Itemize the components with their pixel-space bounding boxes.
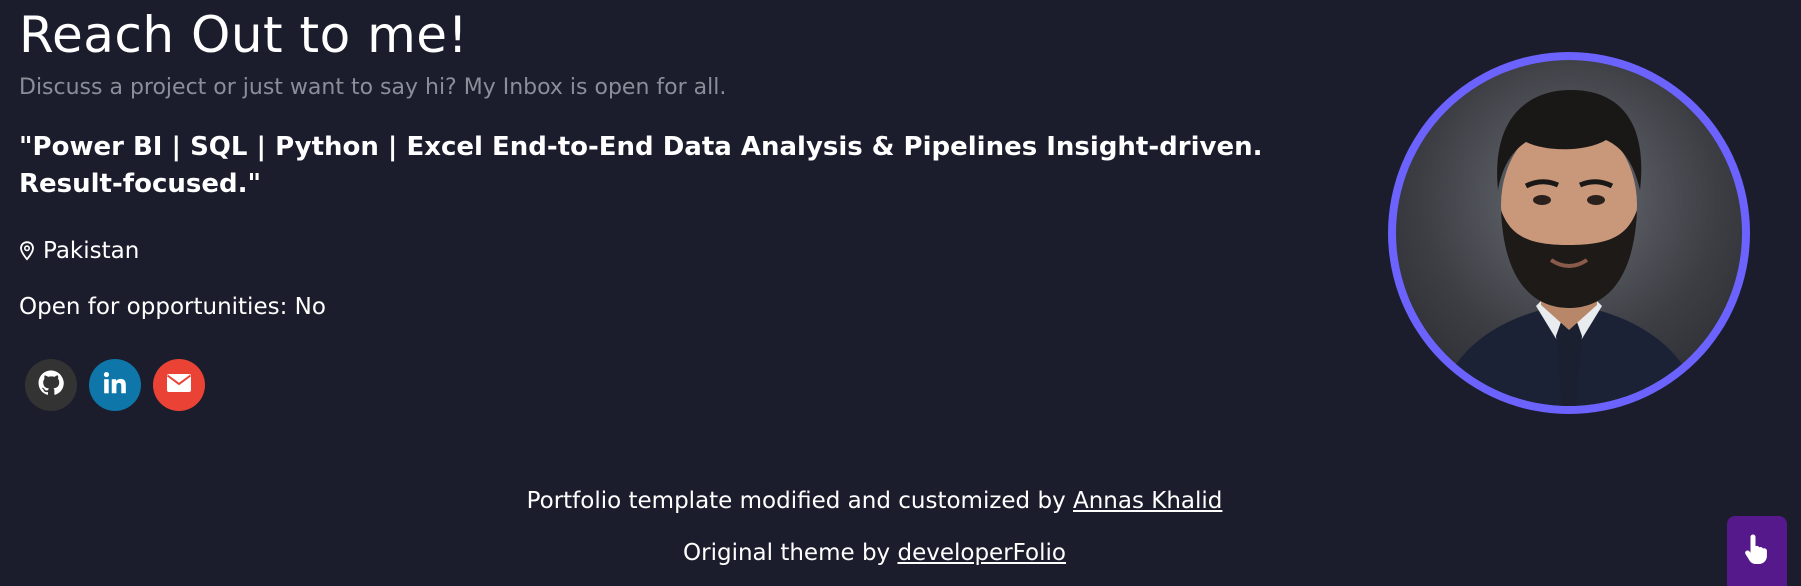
theme-link[interactable]: developerFolio	[897, 540, 1066, 566]
page-title: Reach Out to me!	[19, 6, 469, 64]
map-pin-icon	[19, 241, 35, 261]
footer-credit: Portfolio template modified and customiz…	[0, 488, 1749, 514]
footer-theme-text: Original theme by	[683, 540, 898, 566]
opportunities-status: Open for opportunities: No	[19, 294, 326, 320]
email-button[interactable]	[153, 359, 205, 411]
envelope-icon	[166, 373, 192, 397]
social-links	[25, 359, 205, 411]
linkedin-icon	[102, 370, 128, 400]
contact-page: Reach Out to me! Discuss a project or ju…	[0, 0, 1801, 586]
linkedin-button[interactable]	[89, 359, 141, 411]
page-subtitle: Discuss a project or just want to say hi…	[19, 75, 727, 100]
footer-credit-text: Portfolio template modified and customiz…	[526, 488, 1073, 514]
author-link[interactable]: Annas Khalid	[1073, 488, 1222, 514]
location: Pakistan	[19, 238, 139, 264]
location-label: Pakistan	[43, 238, 140, 264]
pointing-hand-icon	[1742, 532, 1772, 570]
footer-theme: Original theme by developerFolio	[0, 540, 1749, 566]
headline-quote: "Power BI | SQL | Python | Excel End-to-…	[19, 132, 1263, 199]
profile-photo-frame	[1388, 52, 1750, 414]
profile-photo	[1396, 60, 1742, 406]
github-button[interactable]	[25, 359, 77, 411]
scroll-to-top-button[interactable]	[1727, 516, 1787, 586]
github-icon	[38, 370, 64, 400]
